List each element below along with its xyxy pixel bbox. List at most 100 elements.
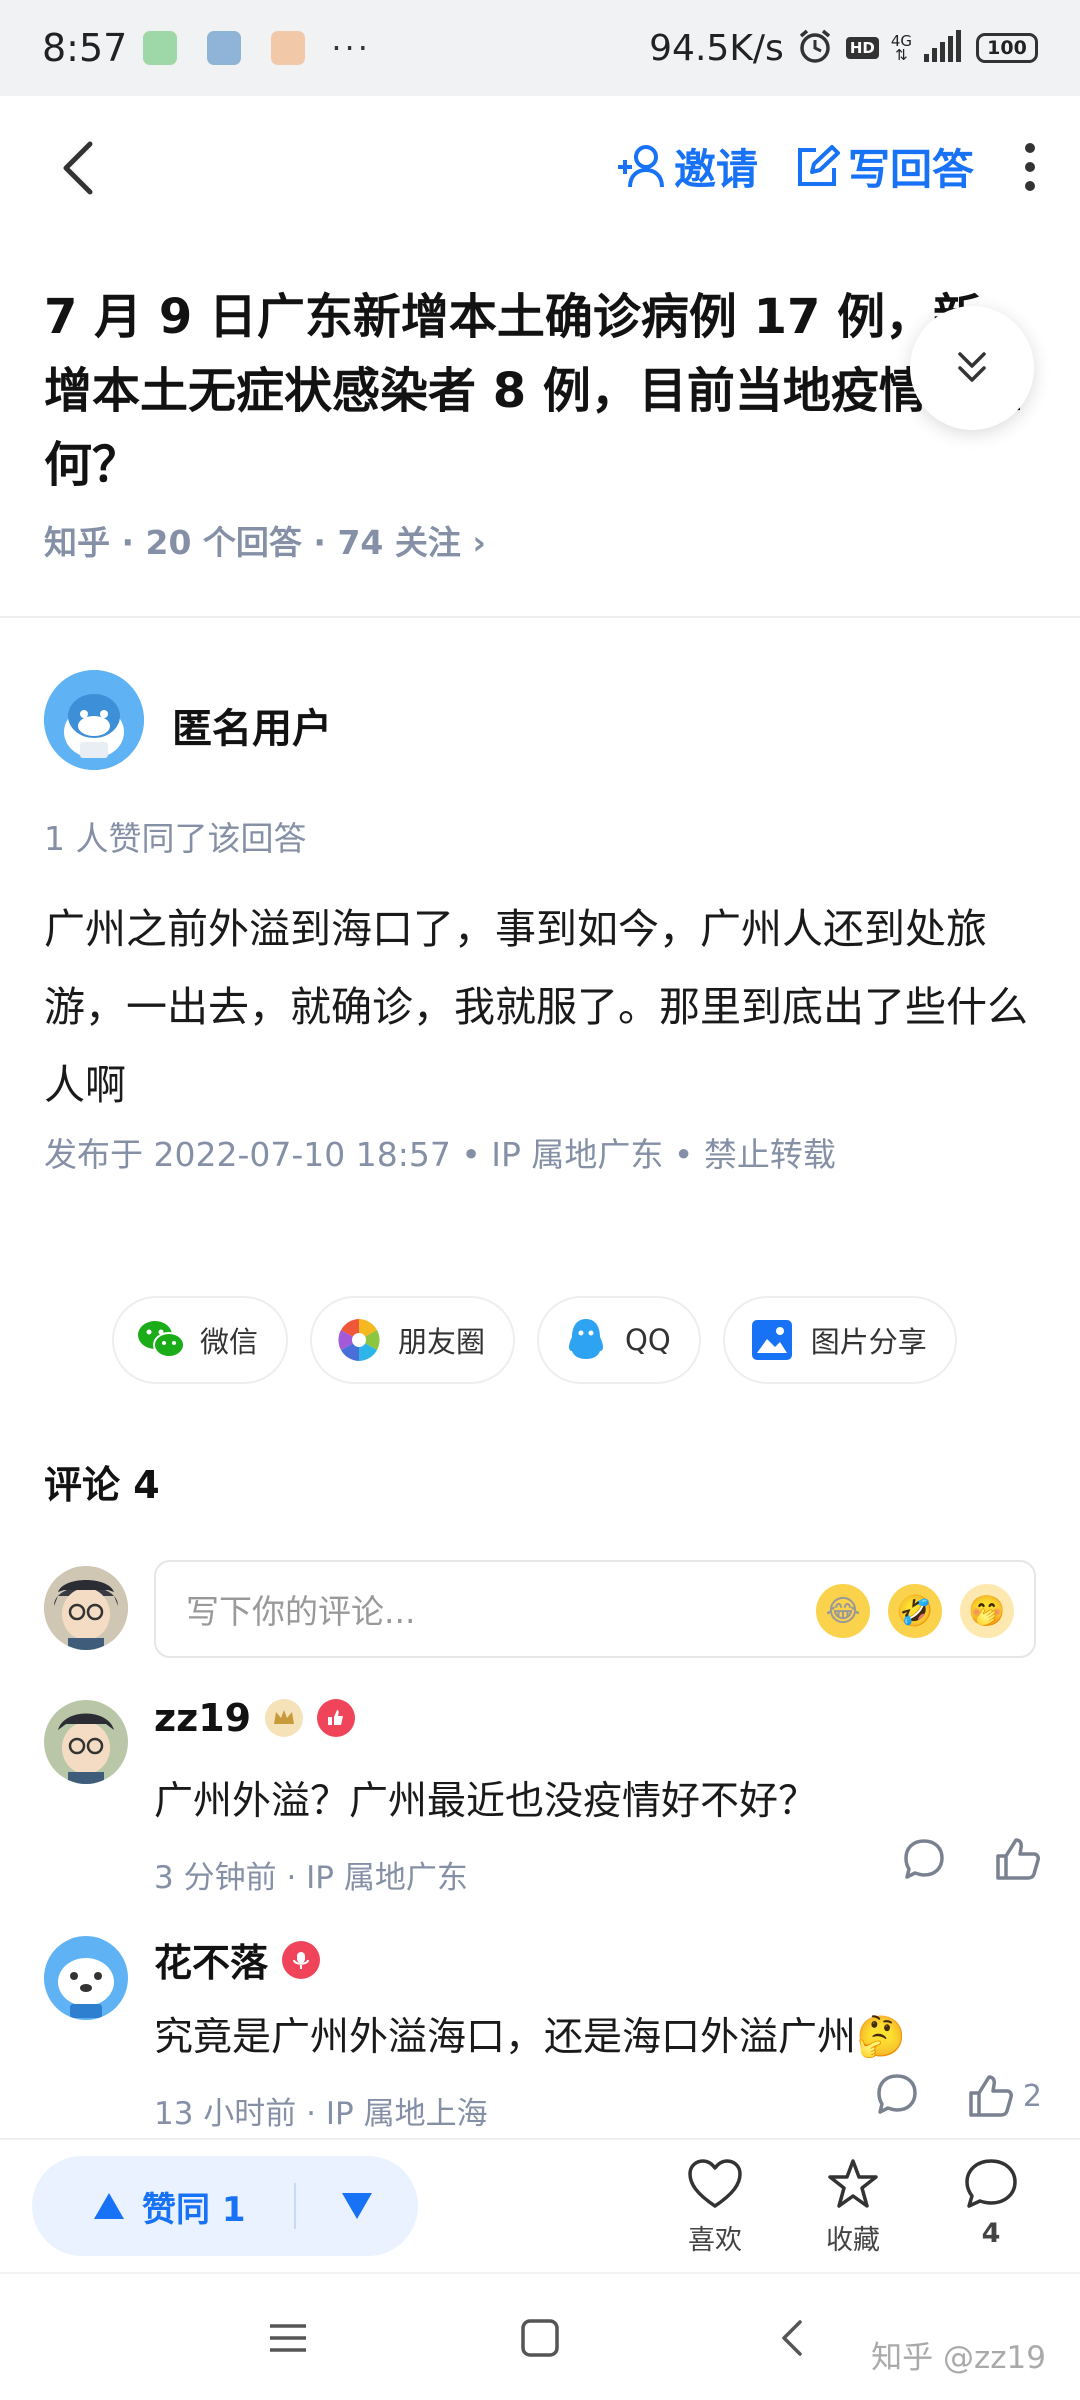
thinking-emoji-icon: 🤔 — [856, 2014, 906, 2060]
upvote-label: 赞同 1 — [142, 2189, 246, 2230]
divider — [0, 616, 1080, 618]
crown-badge-icon — [265, 1699, 304, 1737]
favorite-label: 收藏 — [826, 2225, 880, 2256]
laugh-cry-emoji-icon[interactable]: 😂 — [816, 1584, 870, 1638]
share-image-button[interactable]: 图片分享 — [722, 1296, 957, 1384]
reply-icon[interactable] — [875, 2072, 919, 2120]
like-answer-button[interactable]: 喜欢 — [670, 2158, 760, 2257]
author-avatar[interactable] — [44, 670, 144, 770]
anonymous-avatar-icon — [44, 670, 144, 770]
triangle-down-icon — [342, 2193, 372, 2219]
status-bar: 8:57 ··· 94.5K/s HD 4G ⇅ 100 — [0, 0, 1080, 96]
comment-placeholder: 写下你的评论... — [186, 1592, 416, 1631]
heart-icon — [688, 2159, 742, 2208]
question-meta[interactable]: 知乎 · 20 个回答 · 74 关注 › — [44, 516, 486, 564]
rofl-emoji-icon[interactable]: 🤣 — [888, 1584, 942, 1638]
vote-pill: 赞同 1 — [32, 2156, 418, 2256]
recent-apps-button[interactable] — [268, 2318, 308, 2362]
comment-input[interactable]: 写下你的评论... 😂 🤣 🤭 — [154, 1560, 1036, 1658]
comments-title: 评论 4 — [44, 1463, 160, 1507]
system-back-button[interactable] — [774, 2318, 814, 2362]
commenter-username: 花不落 — [154, 1941, 269, 1985]
user-avatar-icon — [44, 1566, 128, 1650]
commenter-avatar[interactable] — [44, 1700, 128, 1784]
comment-meta: 13 小时前 · IP 属地上海 — [154, 2096, 488, 2132]
comment-count: 4 — [981, 2218, 1001, 2249]
favorite-button[interactable]: 收藏 — [808, 2158, 898, 2257]
user-avatar-icon — [44, 1700, 128, 1784]
user-avatar-icon — [44, 1936, 128, 2020]
commenter-name[interactable]: 花不落 — [154, 1932, 321, 1987]
back-arrow-icon — [63, 141, 93, 195]
invite-button[interactable]: 邀请 — [616, 136, 758, 197]
edit-icon — [797, 144, 840, 186]
like-button[interactable]: 2 — [967, 2073, 1042, 2119]
my-avatar — [44, 1566, 128, 1650]
more-options-button[interactable] — [1010, 137, 1050, 197]
add-person-icon — [617, 144, 664, 187]
telegram-app-icon — [207, 31, 242, 65]
qq-icon — [561, 1315, 611, 1365]
share-label: QQ — [625, 1323, 671, 1357]
gallery-app-icon — [271, 31, 306, 65]
answer-meta: 发布于 2022-07-10 18:57 • IP 属地广东 • 禁止转载 — [44, 1135, 836, 1174]
commenter-avatar[interactable] — [44, 1936, 128, 2020]
hand-over-mouth-emoji-icon[interactable]: 🤭 — [960, 1584, 1014, 1638]
signal-icon — [924, 30, 964, 66]
share-wechat-button[interactable]: 微信 — [112, 1296, 289, 1384]
vpn-app-icon — [143, 31, 178, 65]
share-qq-button[interactable]: QQ — [537, 1296, 701, 1384]
comment-time: 13 小时前 — [154, 2096, 297, 2132]
moments-icon — [334, 1315, 384, 1365]
bottom-action-bar: 赞同 1 喜欢 收藏 4 — [0, 2138, 1080, 2270]
comment-actions — [902, 1836, 1042, 1886]
network-type: 4G ⇅ — [890, 32, 912, 64]
write-answer-button[interactable]: 写回答 — [794, 136, 974, 197]
upvote-button[interactable]: 赞同 1 — [32, 2182, 294, 2231]
share-moments-button[interactable]: 朋友圈 — [310, 1296, 516, 1384]
share-label: 微信 — [200, 1325, 259, 1359]
mic-badge-icon — [282, 1940, 321, 1979]
comment-text: 广州外溢？广州最近也没疫情好不好？ — [154, 1779, 818, 1824]
star-icon — [828, 2159, 878, 2208]
battery-indicator: 100 — [976, 33, 1038, 63]
home-button[interactable] — [520, 2318, 560, 2362]
watermark: 知乎 @zz19 — [871, 2340, 1046, 2376]
like-icon — [969, 2075, 1013, 2117]
author-name[interactable]: 匿名用户 — [172, 696, 332, 754]
expand-question-button[interactable] — [910, 306, 1034, 430]
more-notifications-icon: ··· — [331, 29, 371, 67]
upvote-info: 1 人赞同了该回答 — [44, 819, 307, 858]
share-label: 图片分享 — [810, 1325, 927, 1359]
reply-icon[interactable] — [902, 1837, 946, 1885]
wechat-icon — [136, 1315, 186, 1365]
comment-time: 3 分钟前 — [154, 1860, 277, 1896]
commenter-name[interactable]: zz19 — [154, 1696, 356, 1740]
back-chevron-icon — [782, 2320, 802, 2356]
share-label: 朋友圈 — [398, 1325, 486, 1359]
answer-body: 广州之前外溢到海口了，事到如今，广州人还到处旅游，一出去，就确诊，我就服了。那里… — [44, 905, 1028, 1109]
comment-ip: IP 属地广东 — [306, 1860, 468, 1896]
home-square-icon — [521, 2319, 559, 2357]
like-icon[interactable] — [994, 1836, 1042, 1886]
comment-text: 究竟是广州外溢海口，还是海口外溢广州🤔 — [154, 2014, 906, 2060]
question-title[interactable]: 7 月 9 日广东新增本土确诊病例 17 例，新增本土无症状感染者 8 例，目前… — [44, 280, 1024, 502]
downvote-button[interactable] — [296, 2191, 418, 2221]
comment-ip: IP 属地上海 — [325, 2096, 488, 2132]
triangle-up-icon — [94, 2193, 124, 2219]
double-chevron-down-icon — [958, 352, 986, 382]
system-navigation-bar: 知乎 @zz19 — [0, 2272, 1080, 2400]
top-navigation: 邀请 写回答 — [0, 96, 1080, 240]
write-answer-label: 写回答 — [847, 145, 974, 194]
thumbs-badge-icon — [317, 1699, 356, 1737]
comment-actions: 2 — [875, 2072, 1042, 2120]
alarm-icon — [796, 27, 834, 69]
back-button[interactable] — [52, 140, 108, 196]
menu-icon — [270, 2324, 306, 2352]
invite-label: 邀请 — [673, 145, 758, 194]
like-label: 喜欢 — [688, 2225, 742, 2256]
network-speed: 94.5K/s — [649, 27, 784, 69]
like-count: 2 — [1022, 2078, 1042, 2114]
comment-icon — [965, 2159, 1017, 2208]
comment-button[interactable]: 4 — [946, 2158, 1036, 2249]
